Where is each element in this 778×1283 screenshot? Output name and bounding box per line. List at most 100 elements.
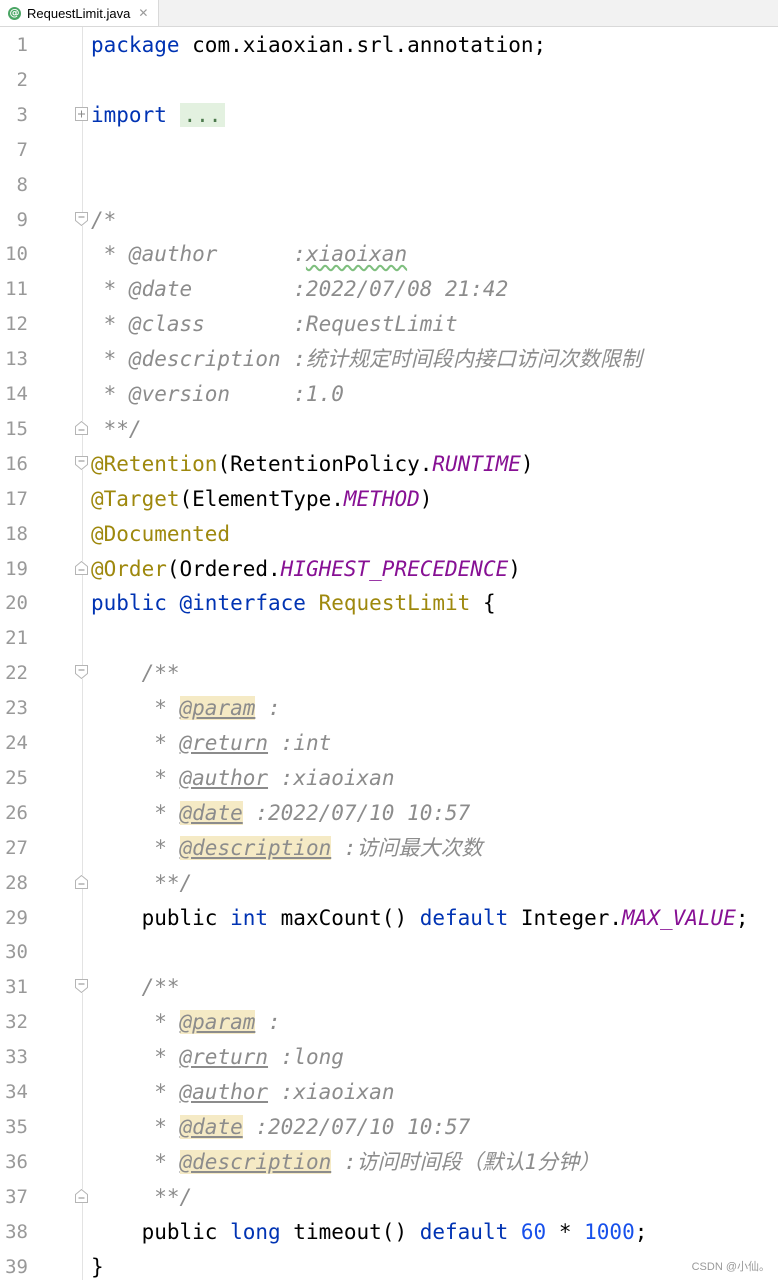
- code-text: @Order(Ordered.HIGHEST_PRECEDENCE): [91, 557, 521, 581]
- code-line[interactable]: 17@Target(ElementType.METHOD): [0, 481, 778, 516]
- annotation-file-icon: @: [8, 7, 21, 20]
- line-number: 1: [0, 34, 28, 56]
- code-line[interactable]: 29 public int maxCount() default Integer…: [0, 900, 778, 935]
- fold-collapse-icon[interactable]: [75, 979, 88, 993]
- code-line[interactable]: 7: [0, 132, 778, 167]
- fold-collapse-icon[interactable]: [75, 665, 88, 679]
- code-text: * @version :1.0: [91, 382, 344, 406]
- code-token: /**: [91, 661, 180, 685]
- code-line[interactable]: 25 * @author :xiaoixan: [0, 760, 778, 795]
- line-number: 12: [0, 313, 28, 335]
- code-token: **/: [91, 871, 192, 895]
- code-line[interactable]: 20public @interface RequestLimit {: [0, 585, 778, 620]
- code-line[interactable]: 1package com.xiaoxian.srl.annotation;: [0, 27, 778, 62]
- code-line[interactable]: 30: [0, 934, 778, 969]
- close-icon[interactable]: ✕: [138, 6, 148, 20]
- code-line[interactable]: 15 **/: [0, 411, 778, 446]
- code-token: **/: [91, 417, 142, 441]
- line-number: 25: [0, 767, 28, 789]
- code-line[interactable]: 28 **/: [0, 865, 778, 900]
- code-token: @return: [180, 731, 269, 755]
- code-line[interactable]: 35 * @date :2022/07/10 10:57: [0, 1109, 778, 1144]
- code-line[interactable]: 11 * @date :2022/07/08 21:42: [0, 271, 778, 306]
- code-token: ): [508, 557, 521, 581]
- code-text: * @description :访问最大次数: [91, 836, 483, 860]
- code-line[interactable]: 3import ...: [0, 97, 778, 132]
- code-line[interactable]: 39}: [0, 1249, 778, 1283]
- line-number: 17: [0, 488, 28, 510]
- code-line[interactable]: 19 @Order(Ordered.HIGHEST_PRECEDENCE): [0, 551, 778, 586]
- code-line[interactable]: 8: [0, 167, 778, 202]
- code-line[interactable]: 13 * @description :统计规定时间段内接口访问次数限制: [0, 341, 778, 376]
- code-token: public: [91, 591, 167, 615]
- code-token: :2022/07/10 10:57: [243, 801, 471, 825]
- code-token: xiaoixan: [306, 242, 407, 266]
- code-line[interactable]: 22 /**: [0, 655, 778, 690]
- code-token: 60: [521, 1220, 546, 1244]
- fold-expand-icon[interactable]: [75, 107, 88, 121]
- code-line[interactable]: 21: [0, 620, 778, 655]
- code-token: timeout(): [281, 1220, 420, 1244]
- code-line[interactable]: 34 * @author :xiaoixan: [0, 1074, 778, 1109]
- code-text: * @description :访问时间段（默认1分钟）: [91, 1150, 600, 1174]
- code-token: import: [91, 103, 167, 127]
- code-text: /**: [91, 975, 180, 999]
- code-token: ;: [635, 1220, 648, 1244]
- code-line[interactable]: 16@Retention(RetentionPolicy.RUNTIME): [0, 446, 778, 481]
- code-token: (RetentionPolicy.: [217, 452, 432, 476]
- code-line[interactable]: 31 /**: [0, 969, 778, 1004]
- code-line[interactable]: 36 * @description :访问时间段（默认1分钟）: [0, 1144, 778, 1179]
- code-text: /**: [91, 661, 180, 685]
- code-token: [167, 591, 180, 615]
- code-line[interactable]: 18@Documented: [0, 516, 778, 551]
- line-number: 38: [0, 1221, 28, 1243]
- fold-end-icon[interactable]: [75, 421, 88, 435]
- fold-collapse-icon[interactable]: [75, 212, 88, 226]
- code-token: :访问最大次数: [331, 836, 482, 860]
- fold-collapse-icon[interactable]: [75, 456, 88, 470]
- line-number: 28: [0, 872, 28, 894]
- tab-title: RequestLimit.java: [27, 6, 130, 21]
- code-text: * @return :long: [91, 1045, 344, 1069]
- code-line[interactable]: 24 * @return :int: [0, 725, 778, 760]
- code-token: ): [420, 487, 433, 511]
- code-editor[interactable]: 1package com.xiaoxian.srl.annotation;23i…: [0, 27, 778, 1280]
- code-token: *: [91, 766, 180, 790]
- line-number: 34: [0, 1081, 28, 1103]
- code-line[interactable]: 14 * @version :1.0: [0, 376, 778, 411]
- code-token: @Documented: [91, 522, 230, 546]
- code-token: long: [230, 1220, 281, 1244]
- line-number: 31: [0, 976, 28, 998]
- code-token: 1000: [584, 1220, 635, 1244]
- code-line[interactable]: 27 * @description :访问最大次数: [0, 830, 778, 865]
- code-line[interactable]: 38 public long timeout() default 60 * 10…: [0, 1214, 778, 1249]
- code-line[interactable]: 12 * @class :RequestLimit: [0, 306, 778, 341]
- code-token: package: [91, 33, 180, 57]
- code-token: [306, 591, 319, 615]
- code-line[interactable]: 9/*: [0, 202, 778, 237]
- code-text: @Retention(RetentionPolicy.RUNTIME): [91, 452, 534, 476]
- code-line[interactable]: 37 **/: [0, 1179, 778, 1214]
- code-token: *: [91, 731, 180, 755]
- code-token: ...: [180, 103, 226, 127]
- code-token: @param: [180, 696, 256, 720]
- code-line[interactable]: 33 * @return :long: [0, 1039, 778, 1074]
- fold-end-icon[interactable]: [75, 875, 88, 889]
- line-number: 29: [0, 907, 28, 929]
- fold-end-icon[interactable]: [75, 1189, 88, 1203]
- code-token: @param: [180, 1010, 256, 1034]
- code-line[interactable]: 32 * @param :: [0, 1004, 778, 1039]
- code-token: :访问时间段（默认1分钟）: [331, 1150, 600, 1174]
- code-text: * @date :2022/07/10 10:57: [91, 801, 470, 825]
- code-token: /**: [91, 975, 180, 999]
- code-token: default: [420, 1220, 509, 1244]
- line-number: 33: [0, 1046, 28, 1068]
- fold-end-icon[interactable]: [75, 561, 88, 575]
- code-line[interactable]: 23 * @param :: [0, 690, 778, 725]
- code-token: :: [255, 696, 280, 720]
- tab-requestlimit-java[interactable]: @ RequestLimit.java ✕: [0, 0, 159, 26]
- line-number: 19: [0, 558, 28, 580]
- code-line[interactable]: 10 * @author :xiaoixan: [0, 236, 778, 271]
- code-line[interactable]: 2: [0, 62, 778, 97]
- code-line[interactable]: 26 * @date :2022/07/10 10:57: [0, 795, 778, 830]
